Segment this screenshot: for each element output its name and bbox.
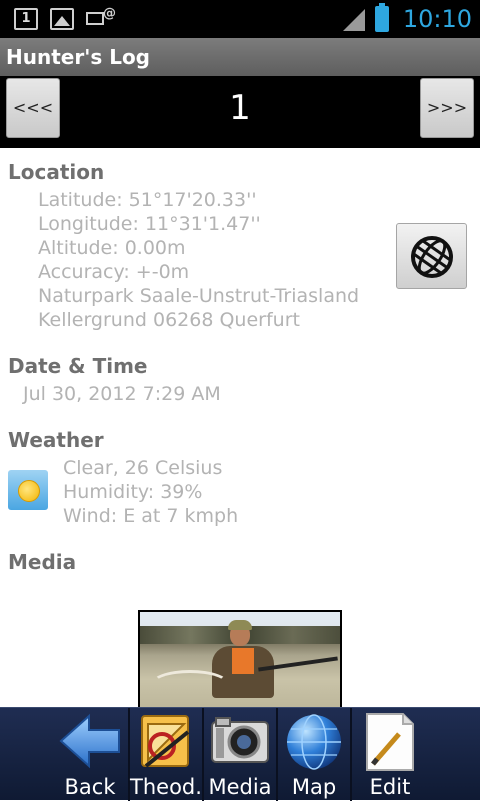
theodolite-label: Theod. xyxy=(130,775,202,799)
media-heading: Media xyxy=(8,550,77,574)
address-line-2: Kellergrund 06268 Querfurt xyxy=(38,309,300,331)
map-label: Map xyxy=(291,775,337,799)
signal-icon xyxy=(342,7,365,31)
notification-count-icon: 1 xyxy=(14,8,38,30)
bottom-toolbar: Back Theod. Media Map Edit xyxy=(0,707,480,801)
entry-number: 1 xyxy=(229,88,251,128)
theodolite-icon xyxy=(141,715,190,768)
globe-icon xyxy=(287,714,341,770)
globe-grid-icon xyxy=(411,236,453,278)
latitude-text: Latitude: 51°17'20.33'' xyxy=(38,189,257,211)
email-notification-icon: @ xyxy=(86,6,116,30)
back-arrow-icon xyxy=(59,713,120,769)
weather-humidity: Humidity: 39% xyxy=(63,481,203,503)
theodolite-button[interactable]: Theod. xyxy=(130,708,202,801)
edit-page-icon xyxy=(366,713,414,771)
altitude-text: Altitude: 0.00m xyxy=(38,237,186,259)
longitude-text: Longitude: 11°31'1.47'' xyxy=(38,213,261,235)
app-title: Hunter's Log xyxy=(0,38,480,76)
weather-condition: Clear, 26 Celsius xyxy=(63,457,223,479)
datetime-value: Jul 30, 2012 7:29 AM xyxy=(23,383,221,405)
gallery-notification-icon xyxy=(50,8,74,30)
camera-icon xyxy=(211,717,269,763)
back-button[interactable]: Back xyxy=(52,708,128,801)
pager-bar: <<< 1 >>> xyxy=(0,76,480,148)
sunny-icon xyxy=(8,470,48,510)
location-heading: Location xyxy=(8,160,105,184)
battery-icon xyxy=(374,3,389,32)
media-button[interactable]: Media xyxy=(204,708,276,801)
back-label: Back xyxy=(64,775,116,799)
show-on-map-button[interactable] xyxy=(396,223,467,289)
address-line-1: Naturpark Saale-Unstrut-Triasland xyxy=(38,285,360,307)
media-photo-thumbnail[interactable] xyxy=(138,610,342,710)
datetime-heading: Date & Time xyxy=(8,354,148,378)
weather-heading: Weather xyxy=(8,428,104,452)
media-label: Media xyxy=(208,775,272,799)
edit-button[interactable]: Edit xyxy=(352,708,428,801)
status-bar: 1 @ 10:10 xyxy=(0,0,480,38)
status-clock: 10:10 xyxy=(402,5,472,33)
weather-wind: Wind: E at 7 kmph xyxy=(63,505,239,527)
next-entry-button[interactable]: >>> xyxy=(420,78,474,138)
map-button[interactable]: Map xyxy=(278,708,350,801)
accuracy-text: Accuracy: +-0m xyxy=(38,261,190,283)
edit-label: Edit xyxy=(369,775,411,799)
